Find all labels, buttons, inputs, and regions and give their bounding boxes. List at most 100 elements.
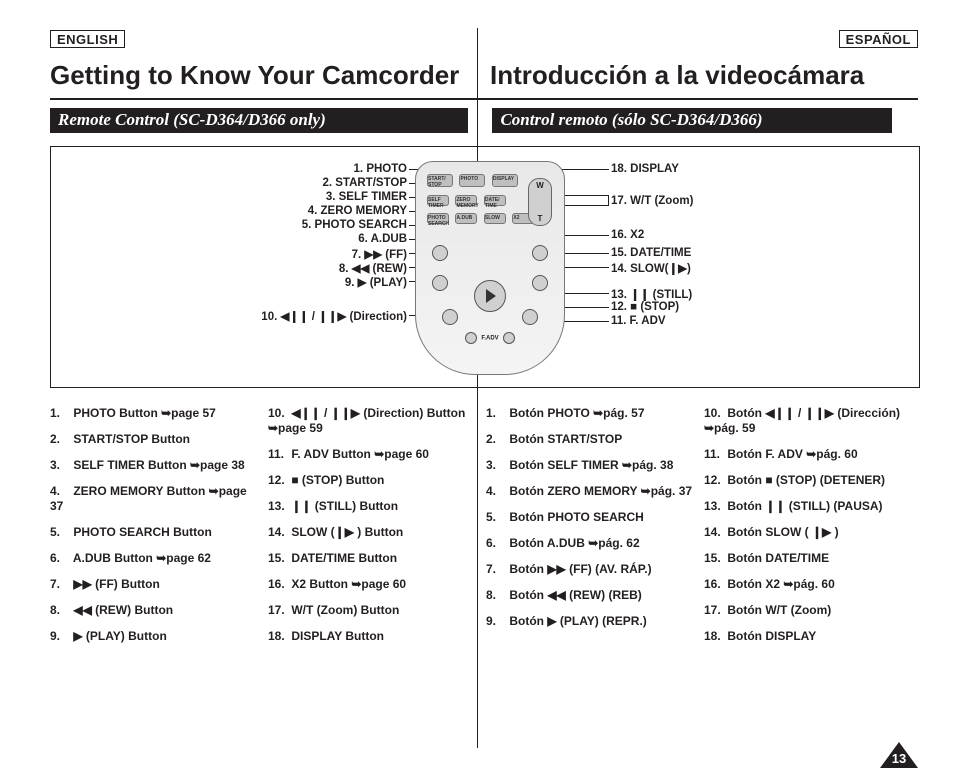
feature-lists: 1. PHOTO Button ➥page 57 2. START/STOP Bu…	[50, 406, 918, 655]
ff-icon: ▶▶	[364, 249, 385, 261]
list-item: 11. Botón F. ADV ➥pág. 60	[704, 447, 914, 462]
callout-selftimer: 3. SELF TIMER	[326, 191, 407, 203]
list-item: 2. Botón START/STOP	[486, 432, 696, 447]
list-item: 18. DISPLAY Button	[268, 629, 478, 644]
list-item: 7. Botón ▶▶ (FF) (AV. RÁP.)	[486, 562, 696, 577]
callout-slow: 14. SLOW(❙▶)	[611, 261, 691, 275]
list-item: 11. F. ADV Button ➥page 60	[268, 447, 478, 462]
page-number-badge: 13	[880, 742, 918, 772]
remote-btn-stop	[442, 309, 458, 325]
manual-page: ENGLISH ESPAÑOL Getting to Know Your Cam…	[0, 0, 954, 784]
list-item: 1. PHOTO Button ➥page 57	[50, 406, 260, 421]
slow-icon: ❙▶	[669, 263, 687, 275]
subheading-row: Remote Control (SC-D364/D366 only) Contr…	[50, 108, 918, 133]
list-item: 4. Botón ZERO MEMORY ➥pág. 37	[486, 484, 696, 499]
list-item: 14. SLOW (❙▶ ) Button	[268, 525, 478, 540]
remote-btn-startstop: START/STOP	[427, 174, 453, 187]
list-item: 5. PHOTO SEARCH Button	[50, 525, 260, 540]
remote-btn-plus	[503, 332, 515, 344]
remote-btn-dir-right	[532, 275, 548, 291]
callout-startstop: 2. START/STOP	[322, 177, 407, 189]
zoom-t-label: T	[529, 214, 551, 223]
callout-zeromemory: 4. ZERO MEMORY	[308, 205, 407, 217]
list-item: 16. X2 Button ➥page 60	[268, 577, 478, 592]
callout-datetime: 15. DATE/TIME	[611, 247, 691, 259]
language-label-spanish: ESPAÑOL	[839, 30, 918, 48]
list-item: 2. START/STOP Button	[50, 432, 260, 447]
callout-adub: 6. A.DUB	[358, 233, 407, 245]
remote-diagram: 1. PHOTO 2. START/STOP 3. SELF TIMER 4. …	[50, 146, 920, 388]
callout-play: 9. ▶ (PLAY)	[345, 275, 407, 289]
list-item: 9. Botón ▶ (PLAY) (REPR.)	[486, 614, 696, 629]
list-item: 7. ▶▶ (FF) Button	[50, 577, 260, 592]
remote-label-fadv: F.ADV	[481, 336, 498, 342]
remote-illustration: START/STOP PHOTO DISPLAY SELFTIMER ZEROM…	[415, 161, 565, 375]
remote-btn-photosearch: PHOTOSEARCH	[427, 213, 449, 224]
list-item: 12. Botón ■ (STOP) (DETENER)	[704, 473, 914, 488]
list-item: 5. Botón PHOTO SEARCH	[486, 510, 696, 525]
subheading-english: Remote Control (SC-D364/D366 only)	[50, 108, 468, 133]
direction-icon: ◀❙❙ / ❙❙▶	[280, 311, 349, 323]
remote-btn-selftimer: SELFTIMER	[427, 195, 449, 206]
stop-icon: ■	[630, 301, 640, 313]
list-item: 1. Botón PHOTO ➥pág. 57	[486, 406, 696, 421]
list-item: 17. W/T (Zoom) Button	[268, 603, 478, 618]
callout-stop: 12. ■ (STOP)	[611, 301, 679, 313]
callout-fadv: 11. F. ADV	[611, 315, 666, 327]
list-spanish-col1: 1. Botón PHOTO ➥pág. 57 2. Botón START/ST…	[486, 406, 696, 640]
list-item: 10. ◀❙❙ / ❙❙▶ (Direction) Button ➥page 5…	[268, 406, 478, 436]
list-spanish-col2: 10. Botón ◀❙❙ / ❙❙▶ (Dirección) ➥pág. 59…	[704, 406, 914, 655]
list-english-col2: 10. ◀❙❙ / ❙❙▶ (Direction) Button ➥page 5…	[268, 406, 478, 655]
heading-row: Getting to Know Your Camcorder Introducc…	[50, 58, 918, 100]
callout-x2: 16. X2	[611, 229, 644, 241]
remote-btn-photo: PHOTO	[459, 174, 485, 187]
subheading-spanish: Control remoto (sólo SC-D364/D366)	[492, 108, 892, 133]
list-item: 6. Botón A.DUB ➥pág. 62	[486, 536, 696, 551]
remote-btn-still	[522, 309, 538, 325]
language-label-english: ENGLISH	[50, 30, 125, 48]
list-item: 15. Botón DATE/TIME	[704, 551, 914, 566]
remote-btn-dir-left	[432, 275, 448, 291]
remote-btn-zeromemory: ZEROMEMORY	[455, 195, 477, 206]
list-item: 8. ◀◀ (REW) Button	[50, 603, 260, 618]
callout-ff: 7. ▶▶ (FF)	[352, 247, 407, 261]
remote-btn-adub: A.DUB	[455, 213, 477, 224]
remote-btn-slow: SLOW	[484, 213, 506, 224]
still-icon: ❙❙	[630, 289, 652, 301]
list-item: 16. Botón X2 ➥pág. 60	[704, 577, 914, 592]
page-number: 13	[880, 751, 918, 766]
callout-rew: 8. ◀◀ (REW)	[339, 261, 407, 275]
remote-btn-ff	[532, 245, 548, 261]
callout-wt-zoom: 17. W/T (Zoom)	[611, 195, 693, 207]
section-title-english: Getting to Know Your Camcorder	[50, 60, 459, 91]
list-item: 13. ❙❙ (STILL) Button	[268, 499, 478, 514]
remote-btn-zoom: W T	[528, 178, 552, 226]
remote-btn-display: DISPLAY	[492, 174, 518, 187]
zoom-w-label: W	[529, 181, 551, 190]
remote-btn-datetime: DATE/TIME	[484, 195, 506, 206]
list-item: 12. ■ (STOP) Button	[268, 473, 478, 488]
list-item: 3. SELF TIMER Button ➥page 38	[50, 458, 260, 473]
rew-icon: ◀◀	[352, 263, 373, 275]
list-item: 15. DATE/TIME Button	[268, 551, 478, 566]
play-icon: ▶	[358, 277, 370, 289]
callout-display: 18. DISPLAY	[611, 163, 679, 175]
list-english-col1: 1. PHOTO Button ➥page 57 2. START/STOP Bu…	[50, 406, 260, 655]
list-item: 8. Botón ◀◀ (REW) (REB)	[486, 588, 696, 603]
list-item: 18. Botón DISPLAY	[704, 629, 914, 644]
list-item: 14. Botón SLOW ( ❙▶ )	[704, 525, 914, 540]
list-item: 3. Botón SELF TIMER ➥pág. 38	[486, 458, 696, 473]
callout-still: 13. ❙❙ (STILL)	[611, 287, 692, 301]
leader-line	[608, 195, 609, 205]
list-item: 4. ZERO MEMORY Button ➥page 37	[50, 484, 260, 514]
remote-btn-rew	[432, 245, 448, 261]
list-item: 13. Botón ❙❙ (STILL) (PAUSA)	[704, 499, 914, 514]
callout-photosearch: 5. PHOTO SEARCH	[302, 219, 407, 231]
remote-btn-minus	[465, 332, 477, 344]
callout-direction: 10. ◀❙❙ / ❙❙▶ (Direction)	[261, 309, 407, 323]
list-item: 10. Botón ◀❙❙ / ❙❙▶ (Dirección) ➥pág. 59	[704, 406, 914, 436]
list-item: 17. Botón W/T (Zoom)	[704, 603, 914, 618]
list-item: 6. A.DUB Button ➥page 62	[50, 551, 260, 566]
callout-photo: 1. PHOTO	[354, 163, 407, 175]
list-item: 9. ▶ (PLAY) Button	[50, 629, 260, 644]
